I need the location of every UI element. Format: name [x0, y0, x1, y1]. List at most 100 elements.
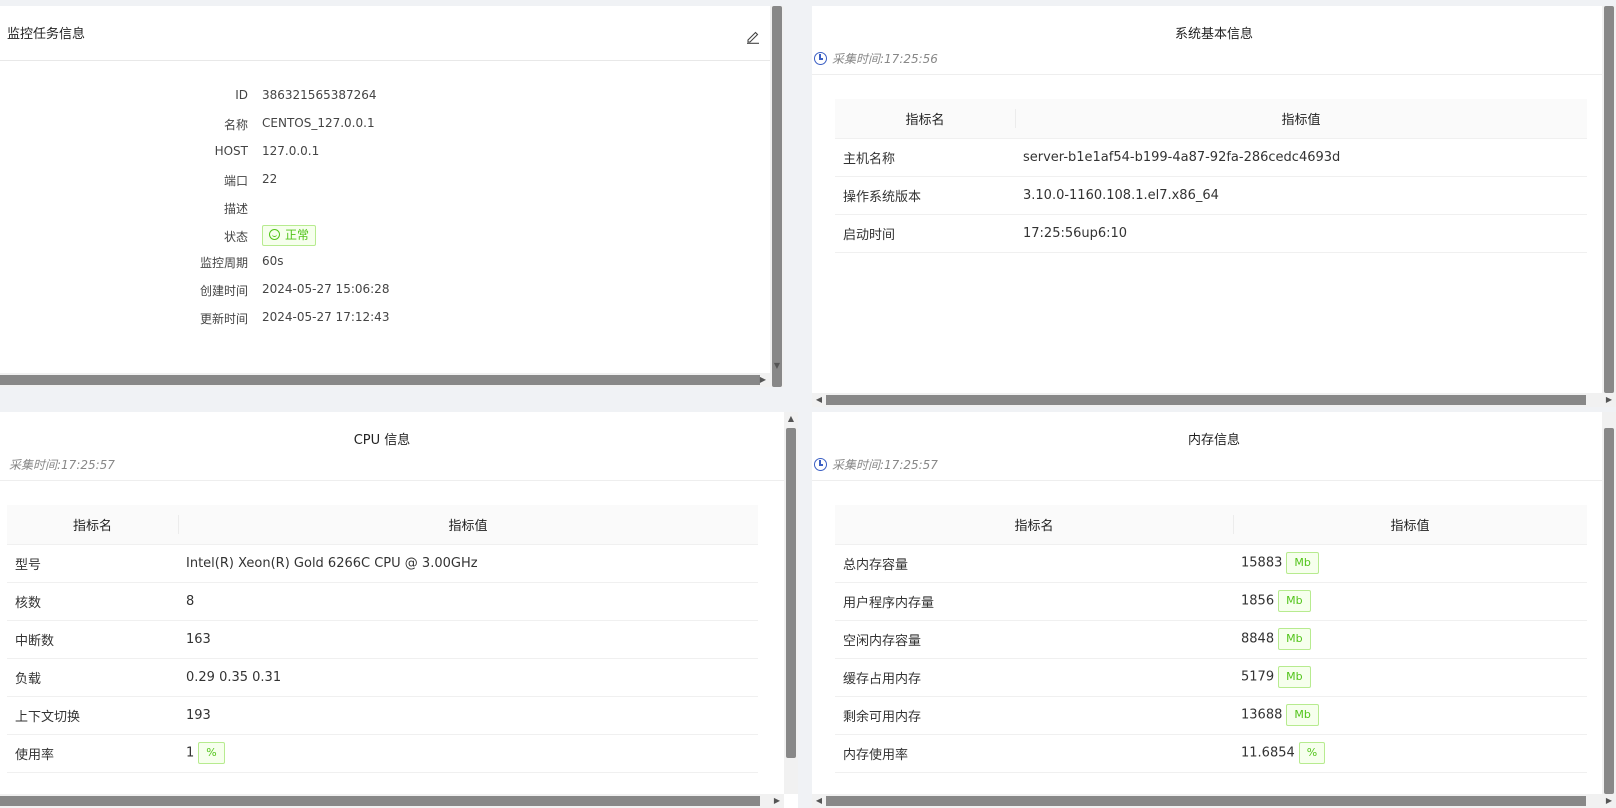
metric-value-cell: server-b1e1af54-b199-4a87-92fa-286cedc46… [1015, 138, 1587, 177]
task-field-row: 创建时间 2024-05-27 15:06:28 [0, 282, 389, 302]
system-info-table: 指标名 指标值 主机名称 server-b1e1af54-b199-4a87-92… [835, 99, 1587, 253]
metric-value: 193 [186, 707, 211, 723]
unit-badge: Mb [1286, 704, 1319, 726]
column-header: 指标名 [7, 505, 178, 545]
metric-name: 使用率 [7, 734, 178, 773]
horizontal-scrollbar[interactable]: ▶ [0, 373, 770, 387]
metric-value: 0.29 0.35 0.31 [186, 669, 282, 685]
horizontal-scrollbar[interactable]: ◀ ▶ [812, 794, 1616, 808]
cpu-collect-time: 采集时间:17:25:57 [0, 456, 115, 473]
memory-info-panel: 内存信息 采集时间:17:25:57 指标名 指标值 总内存容量 15883 Mb 用… [812, 412, 1616, 808]
metric-value-cell: 1856 Mb [1233, 582, 1587, 621]
metric-name: 核数 [7, 582, 178, 621]
task-field-label: 更新时间 [199, 312, 248, 326]
metric-name: 中断数 [7, 620, 178, 659]
metric-name: 型号 [7, 544, 178, 583]
metric-value-cell: 11.6854% [1233, 734, 1587, 773]
table-row: 空闲内存容量 8848 Mb [835, 620, 1587, 659]
smile-icon [269, 229, 280, 240]
table-row: 内存使用率 11.6854% [835, 734, 1587, 773]
task-info-panel: 监控任务信息 ID 386321565387264 名称 CENTOS_127.0.0… [0, 6, 784, 387]
system-collect-time: 采集时间:17:25:56 [814, 50, 938, 67]
collect-time-label: 采集时间:17:25:56 [832, 52, 938, 66]
column-header: 指标名 [835, 505, 1233, 545]
memory-info-table: 指标名 指标值 总内存容量 15883 Mb 用户程序内存量 1856 Mb 空闲内存容量 8… [835, 505, 1587, 773]
task-info-header: 监控任务信息 [0, 6, 784, 61]
metric-value: 3.10.0-1160.108.1.el7.x86_64 [1023, 187, 1219, 203]
metric-value: 5179 [1241, 669, 1275, 685]
task-field-value: CENTOS_127.0.0.1 [262, 116, 375, 130]
edit-icon[interactable] [746, 30, 760, 44]
table-row: 负载 0.29 0.35 0.31 [7, 658, 758, 697]
table-row: 剩余可用内存 13688 Mb [835, 696, 1587, 735]
metric-value: 163 [186, 631, 211, 647]
metric-name: 缓存占用内存 [835, 658, 1233, 697]
task-field-row: 监控周期 60s [0, 254, 284, 274]
metric-value-cell: 8 [178, 582, 758, 621]
metric-name: 负载 [7, 658, 178, 697]
horizontal-scrollbar[interactable]: ◀ ▶ [812, 393, 1616, 407]
column-header: 指标值 [1015, 99, 1587, 139]
vertical-scrollbar[interactable]: ▲ [784, 412, 798, 794]
task-field-value: 386321565387264 [262, 88, 377, 102]
task-field-row: 更新时间 2024-05-27 17:12:43 [0, 310, 389, 330]
metric-name: 启动时间 [835, 214, 1015, 253]
collect-time-label: 采集时间:17:25:57 [9, 458, 115, 472]
task-field-row: 描述 [0, 200, 248, 220]
task-field-value: 正常 [262, 225, 317, 246]
column-header: 指标名 [835, 99, 1015, 139]
table-row: 用户程序内存量 1856 Mb [835, 582, 1587, 621]
task-field-label: 创建时间 [199, 284, 248, 298]
task-field-label: ID [235, 88, 248, 102]
metric-value-cell: 163 [178, 620, 758, 659]
metric-name: 总内存容量 [835, 544, 1233, 583]
horizontal-scrollbar[interactable]: ▶ [0, 794, 784, 808]
unit-badge: Mb [1278, 628, 1311, 650]
collect-time-label: 采集时间:17:25:57 [832, 458, 938, 472]
memory-info-title: 内存信息 [1187, 433, 1240, 448]
task-field-row: 端口 22 [0, 172, 277, 192]
metric-value: server-b1e1af54-b199-4a87-92fa-286cedc46… [1023, 149, 1341, 165]
status-badge: 正常 [262, 225, 317, 246]
task-field-row: ID 386321565387264 [0, 88, 376, 108]
table-row: 型号 Intel(R) Xeon(R) Gold 6266C CPU @ 3.00… [7, 544, 758, 583]
task-field-value: 127.0.0.1 [262, 144, 320, 158]
table-row: 缓存占用内存 5179 Mb [835, 658, 1587, 697]
task-field-label: 状态 [223, 230, 248, 244]
clock-icon [814, 458, 827, 471]
unit-badge: Mb [1278, 666, 1311, 688]
task-field-value: 22 [262, 172, 278, 186]
task-field-value: 2024-05-27 17:12:43 [262, 310, 390, 324]
system-info-panel: 系统基本信息 采集时间:17:25:56 指标名 指标值 主机名称 server-… [812, 6, 1616, 407]
table-row: 操作系统版本 3.10.0-1160.108.1.el7.x86_64 [835, 176, 1587, 215]
unit-badge: % [1298, 742, 1326, 764]
vertical-scrollbar[interactable] [1602, 6, 1616, 393]
metric-value: Intel(R) Xeon(R) Gold 6266C CPU @ 3.00GH… [186, 555, 478, 571]
task-field-label: HOST [214, 144, 248, 158]
task-field-label: 端口 [223, 174, 248, 188]
metric-value: 17:25:56up6:10 [1023, 225, 1128, 241]
unit-badge: % [198, 742, 225, 764]
metric-value-cell: Intel(R) Xeon(R) Gold 6266C CPU @ 3.00GH… [178, 544, 758, 583]
metric-name: 上下文切换 [7, 696, 178, 735]
vertical-scrollbar[interactable]: ▲ ▼ [770, 6, 784, 387]
status-text: 正常 [285, 228, 310, 242]
vertical-scrollbar[interactable] [1602, 412, 1616, 794]
task-info-title: 监控任务信息 [7, 27, 86, 42]
task-field-row: HOST 127.0.0.1 [0, 144, 320, 164]
clock-icon [814, 52, 827, 65]
metric-value: 11.6854 [1241, 745, 1295, 761]
cpu-info-title: CPU 信息 [353, 433, 411, 448]
metric-value-cell: 17:25:56up6:10 [1015, 214, 1587, 253]
column-header: 指标值 [1233, 505, 1587, 545]
task-field-row: 名称 CENTOS_127.0.0.1 [0, 116, 375, 136]
task-field-label: 监控周期 [199, 256, 248, 270]
metric-value-cell: 3.10.0-1160.108.1.el7.x86_64 [1015, 176, 1587, 215]
metric-value: 15883 [1241, 555, 1283, 571]
unit-badge: Mb [1286, 552, 1319, 574]
metric-value: 13688 [1241, 707, 1283, 723]
metric-value-cell: 13688 Mb [1233, 696, 1587, 735]
metric-value: 8 [186, 593, 195, 609]
metric-name: 空闲内存容量 [835, 620, 1233, 659]
metric-value-cell: 0.29 0.35 0.31 [178, 658, 758, 697]
